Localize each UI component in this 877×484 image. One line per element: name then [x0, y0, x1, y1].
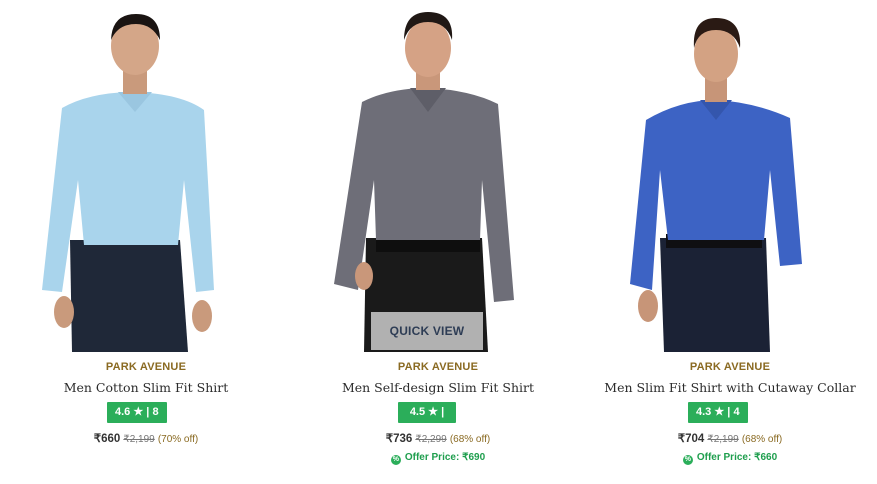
- review-count: 4: [733, 406, 740, 418]
- product-card[interactable]: PARK AVENUE Men Slim Fit Shirt with Cuta…: [584, 0, 876, 484]
- model-illustration: [0, 0, 292, 352]
- product-brand[interactable]: PARK AVENUE: [584, 361, 876, 373]
- product-grid: PARK AVENUE Men Cotton Slim Fit Shirt 4.…: [0, 0, 877, 484]
- star-icon: ★: [714, 406, 725, 418]
- product-name[interactable]: Men Cotton Slim Fit Shirt: [0, 380, 292, 395]
- offer-price: % Offer Price: ₹690: [292, 452, 584, 465]
- offer-tag-icon: %: [682, 455, 693, 465]
- product-name[interactable]: Men Self-design Slim Fit Shirt: [292, 380, 584, 395]
- review-count: 8: [152, 406, 159, 418]
- product-name[interactable]: Men Slim Fit Shirt with Cutaway Collar: [584, 380, 876, 395]
- selling-price: ₹704: [677, 433, 705, 445]
- product-card[interactable]: QUICK VIEW PARK AVENUE Men Self-design S…: [292, 0, 584, 484]
- product-card[interactable]: PARK AVENUE Men Cotton Slim Fit Shirt 4.…: [0, 0, 292, 484]
- selling-price: ₹660: [93, 433, 121, 445]
- product-image[interactable]: [0, 0, 292, 352]
- product-image[interactable]: [584, 0, 876, 352]
- offer-price: % Offer Price: ₹660: [584, 452, 876, 465]
- mrp-price: ₹2,199: [123, 434, 155, 445]
- star-icon: ★: [133, 406, 144, 418]
- offer-tag-icon: %: [390, 455, 401, 465]
- product-brand[interactable]: PARK AVENUE: [0, 361, 292, 373]
- product-brand[interactable]: PARK AVENUE: [292, 361, 584, 373]
- discount-text: (68% off): [449, 434, 491, 445]
- rating-value: 4.5: [409, 406, 426, 418]
- selling-price: ₹736: [385, 433, 413, 445]
- mrp-price: ₹2,299: [415, 434, 447, 445]
- rating-badge: 4.3 ★ | 4: [688, 402, 748, 423]
- quick-view-button[interactable]: QUICK VIEW: [371, 312, 483, 350]
- offer-price-text: Offer Price: ₹690: [404, 452, 486, 463]
- star-icon: ★: [428, 406, 439, 418]
- price-row: ₹704 ₹2,199 (68% off): [584, 431, 876, 445]
- model-illustration: [292, 0, 584, 352]
- price-row: ₹660 ₹2,199 (70% off): [0, 431, 292, 445]
- discount-text: (70% off): [157, 434, 199, 445]
- product-image[interactable]: QUICK VIEW: [292, 0, 584, 352]
- price-row: ₹736 ₹2,299 (68% off): [292, 431, 584, 445]
- discount-text: (68% off): [741, 434, 783, 445]
- rating-badge: 4.6 ★ | 8: [107, 402, 167, 423]
- model-illustration: [584, 0, 876, 352]
- rating-value: 4.3: [696, 406, 712, 418]
- offer-price-text: Offer Price: ₹660: [696, 452, 778, 463]
- mrp-price: ₹2,199: [707, 434, 739, 445]
- rating-badge: 4.5 ★ | 2: [398, 402, 456, 439]
- rating-value: 4.6: [115, 406, 131, 418]
